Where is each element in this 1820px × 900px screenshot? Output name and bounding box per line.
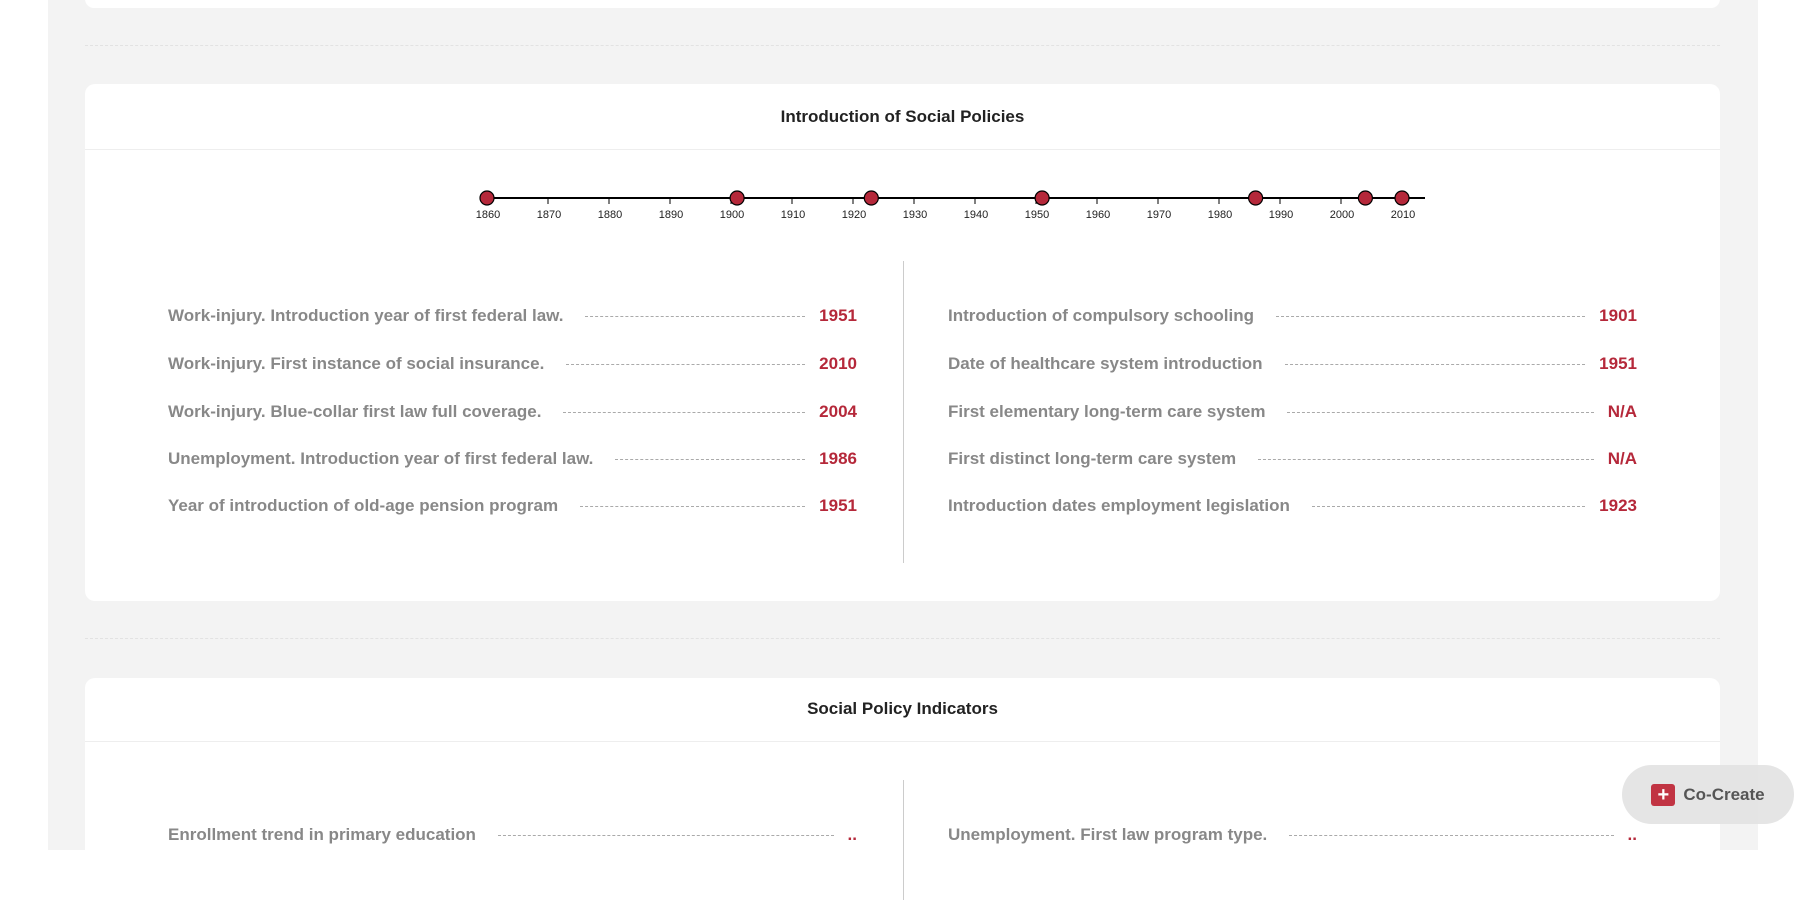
indicator-label: Date of healthcare system introduction (948, 354, 1263, 373)
timeline-chart: 1860 1870 1880 1890 1900 1910 1920 1930 1940 1950… (476, 190, 1425, 221)
indicator-label: Unemployment. Introduction year of first… (168, 449, 594, 468)
indicator-row: First distinct long-term care system N/A (948, 449, 1637, 469)
indicator-row: Enrollment trend in primary education.. (168, 825, 857, 845)
indicator-row: Work-injury. Blue-collar first law full … (168, 402, 857, 422)
column-divider (903, 780, 904, 900)
dotted-leader (497, 834, 834, 836)
indicator-row: Introduction of compulsory schooling 1901 (948, 306, 1637, 326)
dotted-leader (1284, 363, 1586, 365)
indicator-label: Work-injury. First instance of social in… (168, 354, 545, 373)
tick-label: 2010 (1391, 209, 1415, 221)
co-create-button[interactable]: + Co-Create (1622, 765, 1794, 824)
previous-card (85, 0, 1720, 8)
column-divider (903, 261, 904, 563)
timeline-event-marker (479, 190, 495, 206)
indicator-row: Work-injury. Introduction year of first … (168, 306, 857, 326)
indicator-value: 1951 (819, 496, 857, 515)
indicator-label: Enrollment trend in primary education (168, 825, 476, 844)
header-divider (85, 149, 1720, 150)
card-title: Social Policy Indicators (807, 699, 998, 718)
tick-label: 2000 (1330, 209, 1354, 221)
tick-label: 1960 (1086, 209, 1110, 221)
tick-label: 1920 (842, 209, 866, 221)
indicator-value: N/A (1607, 449, 1637, 468)
indicator-label: Unemployment. First law program type. (948, 825, 1268, 844)
co-create-label: Co-Create (1683, 784, 1765, 804)
indicator-label: Work-injury. Introduction year of first … (168, 306, 564, 325)
dotted-leader (1287, 411, 1594, 413)
indicator-value: .. (1627, 825, 1637, 844)
indicator-row: Unemployment. Introduction year of first… (168, 449, 857, 469)
indicator-row: Work-injury. First instance of social in… (168, 354, 857, 374)
timeline-event-marker (1247, 190, 1264, 206)
timeline-event-marker (729, 190, 745, 206)
tick-label: 1880 (598, 209, 622, 221)
timeline-event-marker (1357, 190, 1374, 206)
indicator-value: 1951 (819, 306, 857, 325)
dotted-leader (566, 363, 806, 365)
indicator-value: 2004 (819, 402, 857, 421)
card-title: Introduction of Social Policies (780, 107, 1025, 126)
indicator-label: Introduction of compulsory schooling (948, 306, 1254, 325)
indicator-value: 1901 (1599, 306, 1637, 325)
dotted-leader (1258, 458, 1594, 460)
tick-label: 1970 (1147, 209, 1171, 221)
indicator-row: Unemployment. First law program type... (948, 825, 1637, 845)
indicator-row: First elementary long-term care system N/… (948, 402, 1637, 422)
dotted-leader (580, 505, 806, 507)
dotted-leader (1289, 834, 1614, 836)
indicator-value: 2010 (819, 354, 857, 373)
tick-label: 1980 (1208, 209, 1232, 221)
tick-label: 1940 (964, 209, 988, 221)
tick-label: 1900 (720, 209, 744, 221)
indicator-label: Work-injury. Blue-collar first law full … (168, 402, 542, 421)
tick-label: 1990 (1269, 209, 1293, 221)
indicator-value: 1986 (819, 449, 857, 468)
dotted-leader (615, 458, 806, 460)
tick-label: 1950 (1025, 209, 1049, 221)
indicator-label: Year of introduction of old-age pension … (168, 496, 559, 515)
indicator-value: 1923 (1599, 496, 1637, 515)
header-divider (85, 741, 1720, 742)
social-indicators-card: Social Policy Indicators Enrollment tren… (85, 678, 1720, 900)
timeline-event-marker (1034, 190, 1050, 206)
social-policies-card: Introduction of Social Policies 1860 1870… (85, 84, 1720, 601)
indicator-row: Introduction dates employment legislatio… (948, 496, 1637, 516)
section-separator (85, 45, 1720, 46)
tick-label: 1910 (781, 209, 805, 221)
indicator-label: First distinct long-term care system (948, 449, 1237, 468)
indicator-label: Introduction dates employment legislatio… (948, 496, 1290, 515)
indicator-row: Year of introduction of old-age pension … (168, 496, 857, 516)
dotted-leader (563, 411, 806, 413)
timeline-event-marker (1394, 190, 1410, 206)
plus-comment-icon: + (1651, 783, 1676, 806)
tick-label: 1930 (903, 209, 927, 221)
indicator-row: Date of healthcare system introduction 19… (948, 354, 1637, 374)
dotted-leader (1276, 315, 1586, 317)
indicator-value: .. (847, 825, 857, 844)
tick-label: 1870 (537, 209, 561, 221)
indicator-value: N/A (1607, 402, 1637, 421)
dotted-leader (585, 315, 806, 317)
timeline-event-marker (863, 190, 879, 206)
dotted-leader (1311, 505, 1586, 507)
tick-label: 1890 (659, 209, 683, 221)
section-separator (85, 638, 1720, 639)
tick-label: 1860 (476, 209, 500, 221)
indicator-value: 1951 (1599, 354, 1637, 373)
indicator-label: First elementary long-term care system (948, 402, 1266, 421)
